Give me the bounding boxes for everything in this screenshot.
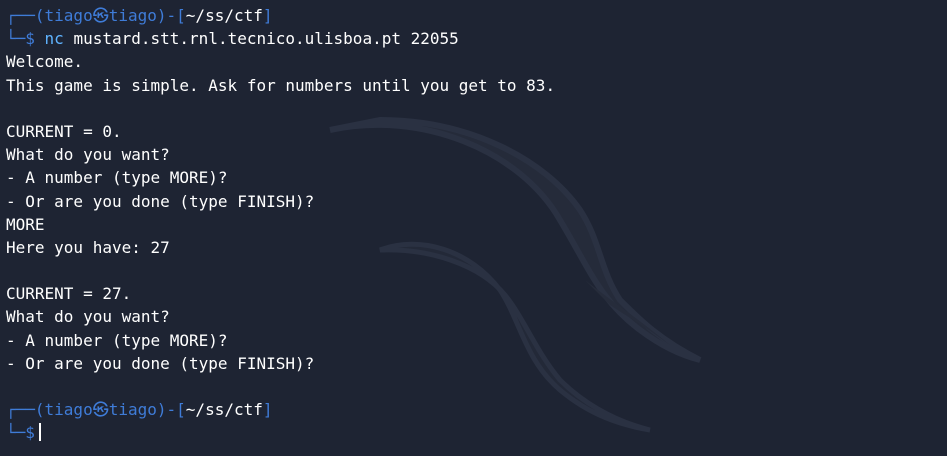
prompt-box-bottom-left: └─ (6, 29, 26, 49)
prompt-host: tiago (108, 6, 157, 25)
prompt-sign: $ (25, 423, 35, 443)
prompt-box-bottom-left: └─ (6, 423, 26, 443)
prompt-host: tiago (108, 400, 157, 420)
text-cursor (38, 423, 41, 442)
output-line: This game is simple. Ask for numbers unt… (6, 75, 556, 95)
output-line: - Or are you done (type FINISH)? (6, 191, 315, 211)
prompt-line-input[interactable]: └─$ (6, 421, 941, 444)
output-line: What do you want? (6, 145, 170, 165)
prompt-line-top: ┌──(tiago㉿tiago)-[~/ss/ctf] (6, 398, 941, 421)
output-line: CURRENT = 0. (6, 121, 122, 141)
output-line: - A number (type MORE)? (6, 330, 228, 350)
output-line: - A number (type MORE)? (6, 168, 228, 188)
output-line: CURRENT = 27. (6, 284, 132, 304)
prompt-line-command: └─$ nc mustard.stt.rnl.tecnico.ulisboa.p… (6, 27, 941, 50)
at-icon: ㉿ (92, 400, 109, 420)
output-line: What do you want? (6, 307, 170, 327)
prompt-sign: $ (25, 29, 35, 49)
prompt-separator: )-[ (156, 400, 186, 420)
command-args: mustard.stt.rnl.tecnico.ulisboa.pt 22055 (73, 29, 459, 49)
prompt-dir: ~/ss/ctf (185, 400, 263, 420)
prompt-user: tiago (44, 400, 93, 420)
prompt-end: ] (262, 400, 273, 420)
output-line: MORE (6, 214, 45, 234)
at-icon: ㉿ (92, 6, 109, 25)
prompt-box-top-left: ┌──( (6, 400, 45, 420)
prompt-separator: )-[ (156, 6, 186, 25)
prompt-box-top-left: ┌──( (6, 6, 45, 25)
prompt-line-top: ┌──(tiago㉿tiago)-[~/ss/ctf] (6, 4, 941, 27)
terminal-output[interactable]: ┌──(tiago㉿tiago)-[~/ss/ctf] └─$ nc musta… (6, 4, 941, 445)
output-line: - Or are you done (type FINISH)? (6, 353, 315, 373)
prompt-dir: ~/ss/ctf (185, 6, 263, 25)
prompt-end: ] (262, 6, 273, 25)
output-line: Here you have: 27 (6, 237, 170, 257)
command-name: nc (44, 29, 64, 49)
output-line: Welcome. (6, 52, 84, 72)
prompt-user: tiago (44, 6, 93, 25)
